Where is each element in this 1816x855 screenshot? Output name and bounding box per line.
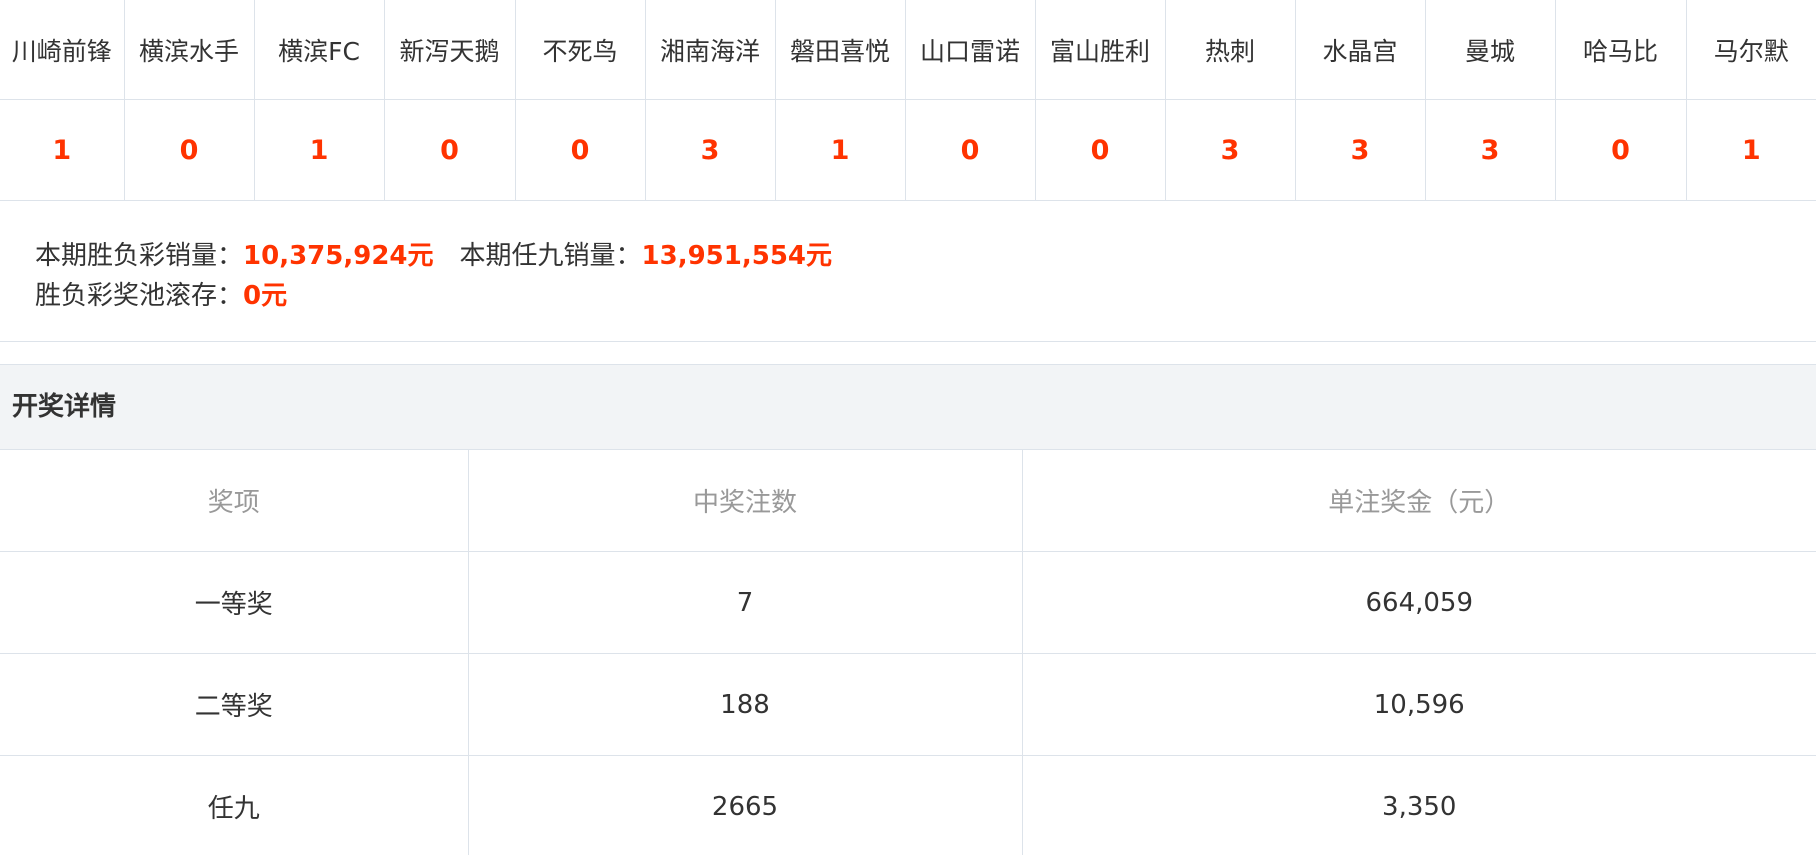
team-name: 横滨水手: [124, 0, 255, 100]
match-result: 0: [1035, 99, 1166, 201]
match-result: 1: [0, 99, 125, 201]
team-name: 横滨FC: [254, 0, 385, 100]
pool-value: 0元: [243, 281, 288, 311]
sfc-sales-value: 10,375,924元: [243, 241, 434, 271]
section-title: 开奖详情: [0, 364, 1816, 450]
table-row: 任九 2665 3,350: [0, 755, 1816, 855]
sales-info: 本期胜负彩销量：10,375,924元 本期任九销量：13,951,554元 胜负…: [0, 200, 1816, 342]
sfc-sales-label: 本期胜负彩销量：: [35, 241, 244, 271]
match-results-table: 川崎前锋 横滨水手 横滨FC 新泻天鹅 不死鸟 湘南海洋 磐田喜悦 山口雷诺 富…: [0, 0, 1816, 201]
match-result: 3: [1425, 99, 1556, 201]
team-name: 富山胜利: [1035, 0, 1166, 100]
r9-sales-label: 本期任九销量：: [459, 241, 642, 271]
match-result: 0: [905, 99, 1036, 201]
prize-name: 二等奖: [0, 653, 469, 756]
r9-sales-value: 13,951,554元: [641, 241, 832, 271]
column-header-amount: 单注奖金（元）: [1022, 450, 1816, 552]
prize-amount: 10,596: [1022, 653, 1816, 756]
team-name: 热刺: [1165, 0, 1296, 100]
match-result: 3: [1295, 99, 1426, 201]
match-result: 3: [645, 99, 776, 201]
winner-count: 7: [468, 551, 1023, 654]
match-result: 0: [1555, 99, 1687, 201]
winner-count: 188: [468, 653, 1023, 756]
team-name: 川崎前锋: [0, 0, 125, 100]
team-name: 新泻天鹅: [384, 0, 516, 100]
column-header-count: 中奖注数: [468, 450, 1023, 552]
lottery-results-page: 川崎前锋 横滨水手 横滨FC 新泻天鹅 不死鸟 湘南海洋 磐田喜悦 山口雷诺 富…: [0, 0, 1816, 855]
result-row: 1 0 1 0 0 3 1 0 0 3 3 3 0 1: [0, 99, 1816, 201]
team-name: 不死鸟: [515, 0, 646, 100]
prize-name: 一等奖: [0, 551, 469, 654]
match-result: 3: [1165, 99, 1296, 201]
team-name: 水晶宫: [1295, 0, 1426, 100]
prize-name: 任九: [0, 755, 469, 855]
sales-line-1: 本期胜负彩销量：10,375,924元 本期任九销量：13,951,554元: [35, 236, 1816, 276]
team-name: 曼城: [1425, 0, 1556, 100]
prize-amount: 3,350: [1022, 755, 1816, 855]
prize-amount: 664,059: [1022, 551, 1816, 654]
match-result: 1: [1686, 99, 1816, 201]
prize-details-table: 奖项 中奖注数 单注奖金（元） 一等奖 7 664,059 二等奖 188 10…: [0, 450, 1816, 855]
match-result: 0: [384, 99, 516, 201]
match-result: 0: [124, 99, 255, 201]
team-name: 湘南海洋: [645, 0, 776, 100]
team-name: 马尔默: [1686, 0, 1816, 100]
prize-header-row: 奖项 中奖注数 单注奖金（元）: [0, 450, 1816, 552]
team-row: 川崎前锋 横滨水手 横滨FC 新泻天鹅 不死鸟 湘南海洋 磐田喜悦 山口雷诺 富…: [0, 0, 1816, 100]
pool-label: 胜负彩奖池滚存：: [35, 281, 244, 311]
team-name: 山口雷诺: [905, 0, 1036, 100]
table-row: 二等奖 188 10,596: [0, 653, 1816, 756]
team-name: 磐田喜悦: [775, 0, 906, 100]
sales-line-2: 胜负彩奖池滚存：0元: [35, 276, 1816, 316]
match-result: 0: [515, 99, 646, 201]
match-result: 1: [254, 99, 385, 201]
match-result: 1: [775, 99, 906, 201]
table-row: 一等奖 7 664,059: [0, 551, 1816, 654]
team-name: 哈马比: [1555, 0, 1687, 100]
winner-count: 2665: [468, 755, 1023, 855]
column-header-prize: 奖项: [0, 450, 469, 552]
